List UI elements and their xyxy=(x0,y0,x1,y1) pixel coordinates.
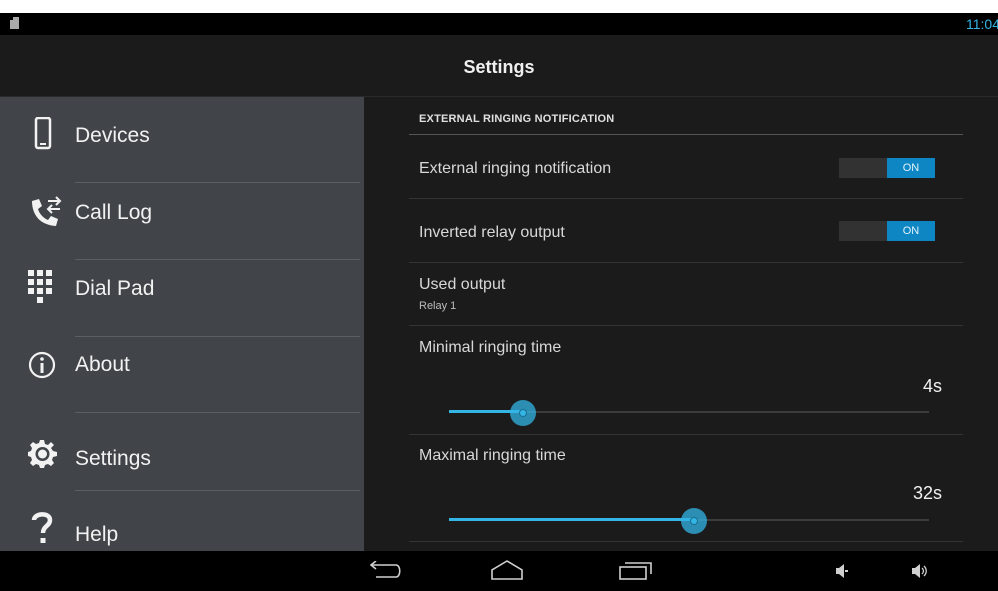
row-divider xyxy=(409,325,963,326)
sidebar-item-label: About xyxy=(75,353,130,376)
action-bar: Settings xyxy=(0,35,998,97)
volume-up-icon[interactable] xyxy=(910,563,930,584)
volume-down-icon[interactable] xyxy=(834,563,850,584)
tablet-screen: 11:04 Settings Devices Call Log Dial Pad… xyxy=(0,13,998,591)
sidebar-item-call-log[interactable]: Call Log xyxy=(0,183,364,260)
external-ringing-label: External ringing notification xyxy=(419,160,612,177)
phone-device-icon xyxy=(28,116,58,150)
page-title: Settings xyxy=(463,57,535,77)
minimal-ringing-label: Minimal ringing time xyxy=(419,339,562,356)
used-output-label: Used output xyxy=(419,276,506,293)
system-nav-bar xyxy=(0,551,998,591)
toggle-on-indicator: ON xyxy=(887,221,935,241)
external-ringing-toggle[interactable]: ON xyxy=(839,158,935,178)
maximal-ringing-label: Maximal ringing time xyxy=(419,447,566,464)
sidebar-item-settings[interactable]: Settings xyxy=(0,413,364,491)
maximal-ringing-value: 32s xyxy=(912,483,942,503)
used-output-value: Relay 1 xyxy=(419,300,457,312)
slider-thumb[interactable] xyxy=(510,400,536,426)
status-clock: 11:04 xyxy=(966,16,998,32)
recent-apps-icon[interactable] xyxy=(618,560,654,587)
status-bar: 11:04 xyxy=(0,13,998,35)
sidebar-item-label: Dial Pad xyxy=(75,277,155,300)
section-divider xyxy=(409,134,963,135)
maximal-ringing-slider[interactable] xyxy=(449,505,929,535)
sidebar-item-label: Help xyxy=(75,523,119,546)
inverted-relay-label: Inverted relay output xyxy=(419,224,565,241)
sidebar-item-label: Settings xyxy=(75,447,151,470)
gear-icon xyxy=(28,439,58,469)
info-icon xyxy=(28,351,58,381)
home-icon[interactable] xyxy=(490,559,526,586)
sd-card-icon xyxy=(10,17,19,29)
row-divider xyxy=(409,262,963,263)
sidebar: Devices Call Log Dial Pad About Settings… xyxy=(0,97,364,551)
settings-content: EXTERNAL RINGING NOTIFICATION External r… xyxy=(364,97,998,551)
toggle-on-indicator: ON xyxy=(887,158,935,178)
section-header: EXTERNAL RINGING NOTIFICATION xyxy=(419,113,615,125)
call-log-icon xyxy=(28,195,62,226)
dial-pad-icon xyxy=(28,270,58,303)
slider-fill xyxy=(449,518,694,521)
inverted-relay-toggle[interactable]: ON xyxy=(839,221,935,241)
sidebar-item-dial-pad[interactable]: Dial Pad xyxy=(0,260,364,337)
row-divider xyxy=(409,541,963,542)
sidebar-item-devices[interactable]: Devices xyxy=(0,97,364,183)
sidebar-item-label: Devices xyxy=(75,124,150,147)
question-icon xyxy=(28,511,58,543)
sidebar-item-label: Call Log xyxy=(75,201,153,224)
minimal-ringing-slider[interactable] xyxy=(449,397,929,427)
slider-thumb[interactable] xyxy=(681,508,707,534)
sidebar-item-about[interactable]: About xyxy=(0,337,364,413)
row-divider xyxy=(409,434,963,435)
minimal-ringing-value: 4s xyxy=(922,376,942,396)
back-icon[interactable] xyxy=(366,560,402,586)
row-divider xyxy=(409,198,963,199)
